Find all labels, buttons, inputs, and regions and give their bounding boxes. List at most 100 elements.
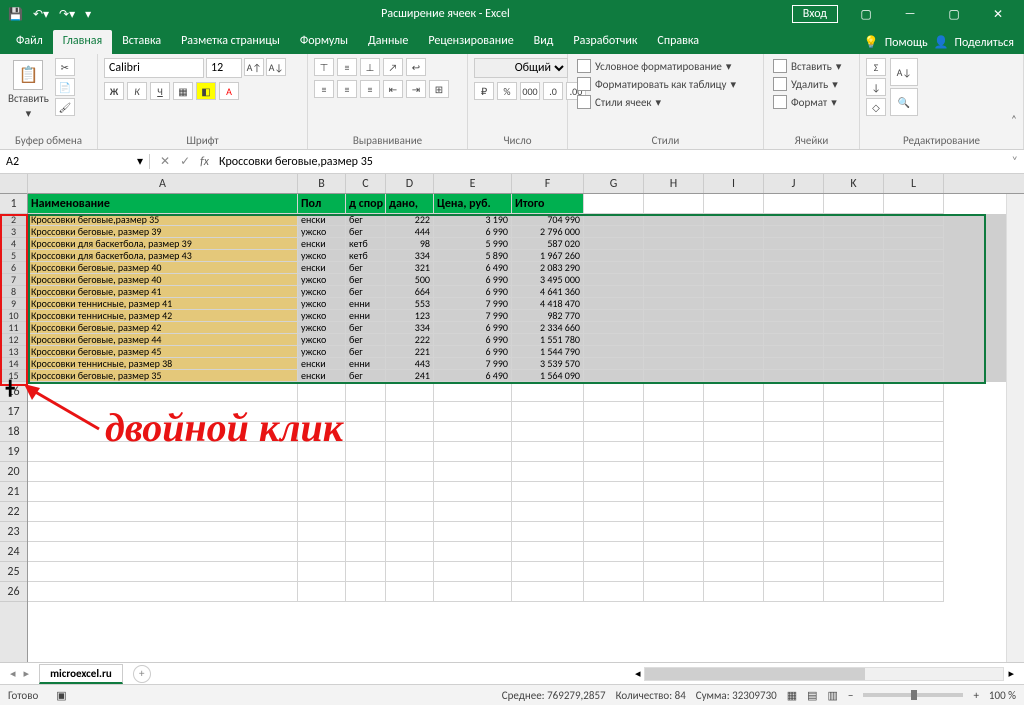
collapse-ribbon-icon[interactable]: ˄ <box>1006 111 1022 127</box>
cell[interactable] <box>584 502 644 522</box>
cell[interactable]: 3 495 000 <box>512 274 584 286</box>
cell[interactable] <box>434 502 512 522</box>
cell[interactable] <box>346 382 386 402</box>
merge-cells-icon[interactable]: ⊞ <box>429 80 449 98</box>
formula-input[interactable]: Кроссовки беговые,размер 35 <box>215 155 1006 169</box>
cell[interactable] <box>824 502 884 522</box>
cell[interactable] <box>764 226 824 238</box>
col-header-J[interactable]: J <box>764 174 824 193</box>
cell[interactable] <box>884 542 944 562</box>
cell[interactable] <box>386 582 434 602</box>
cell[interactable] <box>824 358 884 370</box>
cell[interactable] <box>644 562 704 582</box>
cell[interactable]: ужско <box>298 334 346 346</box>
cell[interactable]: 553 <box>386 298 434 310</box>
cell[interactable]: 321 <box>386 262 434 274</box>
select-all-corner[interactable] <box>0 174 28 194</box>
cell[interactable]: енски <box>298 214 346 226</box>
vertical-scrollbar[interactable] <box>1006 194 1024 662</box>
cell[interactable] <box>28 542 298 562</box>
tab-developer[interactable]: Разработчик <box>563 30 647 54</box>
cell[interactable] <box>764 262 824 274</box>
col-header-G[interactable]: G <box>584 174 644 193</box>
cell[interactable]: 2 334 660 <box>512 322 584 334</box>
cell[interactable] <box>704 522 764 542</box>
cell[interactable]: 241 <box>386 370 434 382</box>
cell[interactable] <box>386 502 434 522</box>
cell[interactable] <box>704 334 764 346</box>
cell[interactable] <box>434 522 512 542</box>
row-header[interactable]: 20 <box>0 462 27 482</box>
sheet-nav-next-icon[interactable]: ▸ <box>24 667 30 680</box>
cell[interactable] <box>584 402 644 422</box>
cell[interactable]: бег <box>346 334 386 346</box>
chevron-down-icon[interactable]: ▾ <box>137 154 143 169</box>
decrease-indent-icon[interactable]: ⇤ <box>383 80 403 98</box>
cell[interactable] <box>824 482 884 502</box>
cell[interactable] <box>644 298 704 310</box>
cell[interactable] <box>346 542 386 562</box>
cell[interactable] <box>644 214 704 226</box>
cell[interactable] <box>824 442 884 462</box>
cell[interactable]: 6 490 <box>434 370 512 382</box>
cell[interactable]: бег <box>346 262 386 274</box>
cell[interactable]: енски <box>298 262 346 274</box>
cell[interactable] <box>824 346 884 358</box>
cancel-formula-icon[interactable]: ✕ <box>160 154 170 169</box>
cell[interactable]: 6 990 <box>434 346 512 358</box>
cell[interactable] <box>512 582 584 602</box>
bold-button[interactable]: Ж <box>104 82 124 100</box>
cell[interactable]: 2 796 000 <box>512 226 584 238</box>
number-format-select[interactable]: Общий <box>474 58 568 78</box>
col-header-H[interactable]: H <box>644 174 704 193</box>
col-header-L[interactable]: L <box>884 174 944 193</box>
cell[interactable] <box>584 322 644 334</box>
cell[interactable] <box>704 382 764 402</box>
cell[interactable]: ужско <box>298 274 346 286</box>
cell[interactable] <box>434 562 512 582</box>
cell[interactable] <box>644 346 704 358</box>
cell[interactable] <box>386 482 434 502</box>
col-header-C[interactable]: C <box>346 174 386 193</box>
cell[interactable]: 7 990 <box>434 310 512 322</box>
cell[interactable] <box>764 382 824 402</box>
cell[interactable] <box>644 422 704 442</box>
cell[interactable] <box>824 262 884 274</box>
row-header[interactable]: 23 <box>0 522 27 542</box>
row-header[interactable]: 1 <box>0 194 27 214</box>
col-header-E[interactable]: E <box>434 174 512 193</box>
cell[interactable]: 1 564 090 <box>512 370 584 382</box>
cell[interactable] <box>512 502 584 522</box>
cell[interactable]: 3 190 <box>434 214 512 226</box>
cell[interactable] <box>434 442 512 462</box>
cell[interactable]: 7 990 <box>434 298 512 310</box>
underline-button[interactable]: Ч <box>150 82 170 100</box>
currency-icon[interactable]: ₽ <box>474 82 494 100</box>
cell[interactable]: Кроссовки беговые, размер 42 <box>28 322 298 334</box>
cell[interactable] <box>28 562 298 582</box>
cell[interactable] <box>584 346 644 358</box>
cell[interactable]: 2 083 290 <box>512 262 584 274</box>
cell[interactable] <box>884 370 944 382</box>
cell[interactable]: 221 <box>386 346 434 358</box>
cell[interactable] <box>884 286 944 298</box>
cell[interactable] <box>584 310 644 322</box>
cell[interactable] <box>584 522 644 542</box>
cell[interactable] <box>704 322 764 334</box>
cell[interactable] <box>704 370 764 382</box>
tab-home[interactable]: Главная <box>53 30 112 54</box>
cell[interactable]: Кроссовки беговые, размер 40 <box>28 262 298 274</box>
cell[interactable]: бег <box>346 346 386 358</box>
align-center-icon[interactable]: ≡ <box>337 80 357 98</box>
cell[interactable]: ужско <box>298 310 346 322</box>
cell[interactable] <box>584 370 644 382</box>
cell[interactable] <box>824 462 884 482</box>
cell[interactable] <box>764 462 824 482</box>
cell[interactable] <box>434 402 512 422</box>
cell[interactable] <box>884 238 944 250</box>
cell[interactable] <box>704 462 764 482</box>
cell[interactable] <box>298 462 346 482</box>
align-top-icon[interactable]: ⊤ <box>314 58 334 76</box>
cell[interactable] <box>884 194 944 214</box>
cell[interactable]: енни <box>346 310 386 322</box>
